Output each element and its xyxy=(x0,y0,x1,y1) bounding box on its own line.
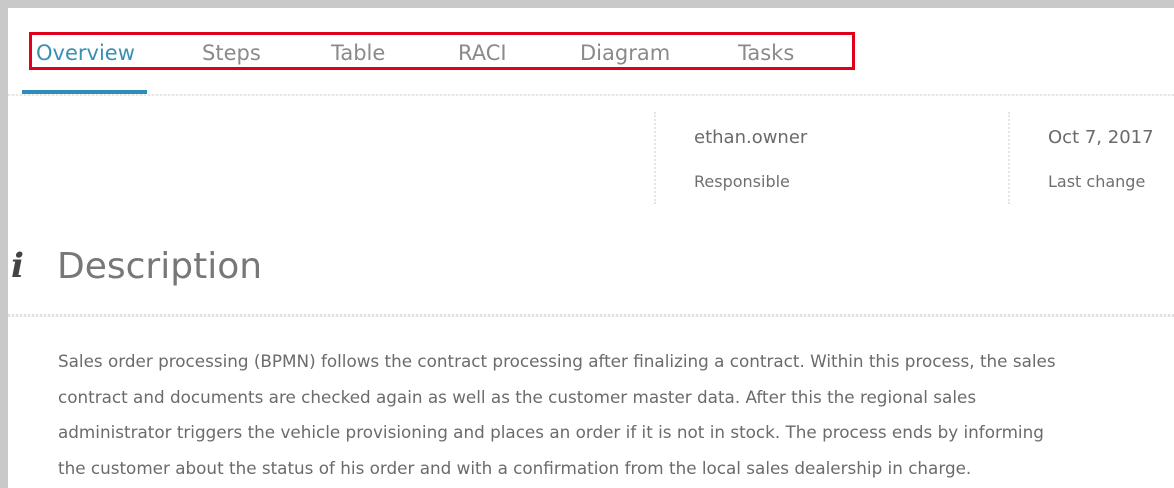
meta-divider xyxy=(1008,112,1010,204)
info-icon: i xyxy=(11,246,24,286)
last-change-label: Last change xyxy=(1048,172,1146,191)
tab-table[interactable]: Table xyxy=(331,41,385,65)
last-change-value: Oct 7, 2017 xyxy=(1048,127,1154,148)
tab-steps[interactable]: Steps xyxy=(202,41,261,65)
window-frame-left xyxy=(0,0,8,488)
section-heading: Description xyxy=(57,246,263,287)
tab-diagram[interactable]: Diagram xyxy=(580,41,670,65)
owner-value: ethan.owner xyxy=(694,127,808,148)
tabs-divider xyxy=(8,94,1174,96)
section-divider xyxy=(8,314,1174,317)
tabs-highlight-box xyxy=(29,32,855,70)
tab-raci[interactable]: RACI xyxy=(458,41,507,65)
owner-label: Responsible xyxy=(694,172,790,191)
tab-tasks[interactable]: Tasks xyxy=(738,41,794,65)
tab-overview[interactable]: Overview xyxy=(36,41,135,65)
meta-divider xyxy=(654,112,656,204)
description-text: Sales order processing (BPMN) follows th… xyxy=(58,351,1056,478)
window-frame-top xyxy=(0,0,1174,8)
